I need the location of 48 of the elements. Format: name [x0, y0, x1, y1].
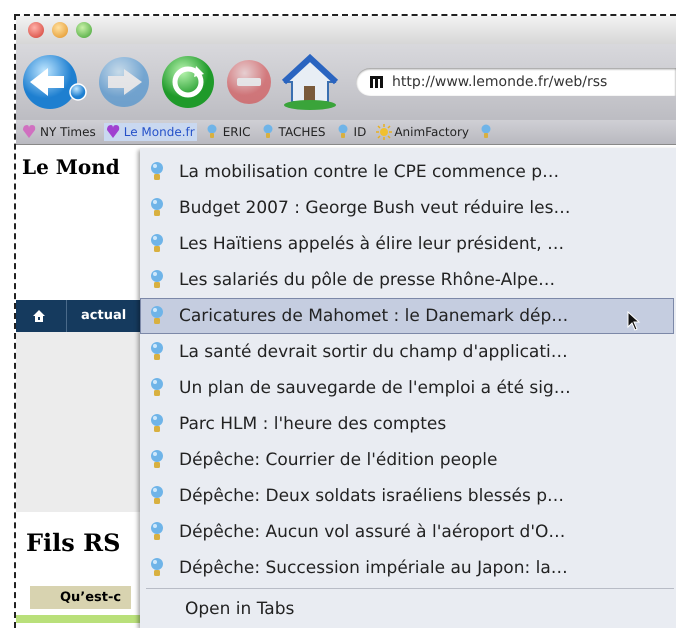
toolbar-button[interactable] [282, 52, 338, 112]
menu-item[interactable]: Caricatures de Mahomet : le Danemark dép… [140, 298, 674, 334]
minimize-button[interactable] [52, 22, 68, 38]
back-icon [22, 52, 88, 112]
page-heading: Fils RS [26, 528, 122, 559]
bookmark-item[interactable]: NY Times [20, 123, 98, 141]
home-icon [282, 52, 338, 112]
menu-item[interactable]: La santé devrait sortir du champ d'applicati… [140, 334, 674, 370]
home-icon [32, 309, 46, 323]
menu-item[interactable]: Les salariés du pôle de presse Rhône-Alpe… [140, 262, 674, 298]
toolbar-button[interactable] [22, 52, 88, 112]
bulb-icon [150, 521, 164, 543]
menu-item[interactable]: Dépêche: Deux soldats israéliens blessés p… [140, 478, 674, 514]
heart-icon [106, 124, 122, 140]
bulb-icon [150, 557, 164, 579]
bulb-icon [150, 269, 164, 291]
page-tab[interactable]: Qu’est-c [30, 586, 132, 609]
bulb-icon [150, 233, 164, 255]
bulb-icon [150, 377, 164, 399]
bookmark-item[interactable]: TACHES [258, 123, 328, 141]
sun-icon [376, 124, 392, 140]
menu-item[interactable]: Dépêche: Courrier de l'édition people [140, 442, 674, 478]
bulb-icon [150, 449, 164, 471]
site-icon [368, 74, 384, 90]
menu-item[interactable]: Parc HLM : l'heure des comptes [140, 406, 674, 442]
address-field[interactable]: http://www.lemonde.fr/web/rss [356, 68, 676, 96]
site-logo: Le Mond [22, 155, 121, 181]
menu-item[interactable]: Open in Tabs [140, 591, 674, 627]
bulb-icon [150, 161, 164, 183]
zoom-button[interactable] [76, 22, 92, 38]
bulb-icon [150, 197, 164, 219]
bulb-icon [150, 305, 164, 327]
menu-item[interactable]: Les Haïtiens appelés à élire leur président, … [140, 226, 674, 262]
bulb-icon [150, 485, 164, 507]
bookmark-item[interactable]: ID [334, 123, 368, 141]
bulb-icon [150, 341, 164, 363]
menu-item[interactable]: Dépêche: Aucun vol assuré à l'aéroport d'O… [140, 514, 674, 550]
cursor-icon [627, 311, 641, 331]
bookmark-item[interactable]: ERIC [202, 123, 253, 141]
menu-item[interactable]: Budget 2007 : George Bush veut réduire les… [140, 190, 674, 226]
close-button[interactable] [28, 22, 44, 38]
bulb-icon [150, 413, 164, 435]
heart-icon [22, 124, 38, 140]
menu-item[interactable]: Un plan de sauvegarde de l'emploi a été sig… [140, 370, 674, 406]
menu-item[interactable]: La mobilisation contre le CPE commence p… [140, 154, 674, 190]
bookmark-item[interactable]: AnimFactory [374, 123, 471, 141]
bookmark-item[interactable]: Le Monde.fr [104, 123, 197, 141]
menu-item[interactable]: Dépêche: Succession impériale au Japon: la… [140, 550, 674, 586]
